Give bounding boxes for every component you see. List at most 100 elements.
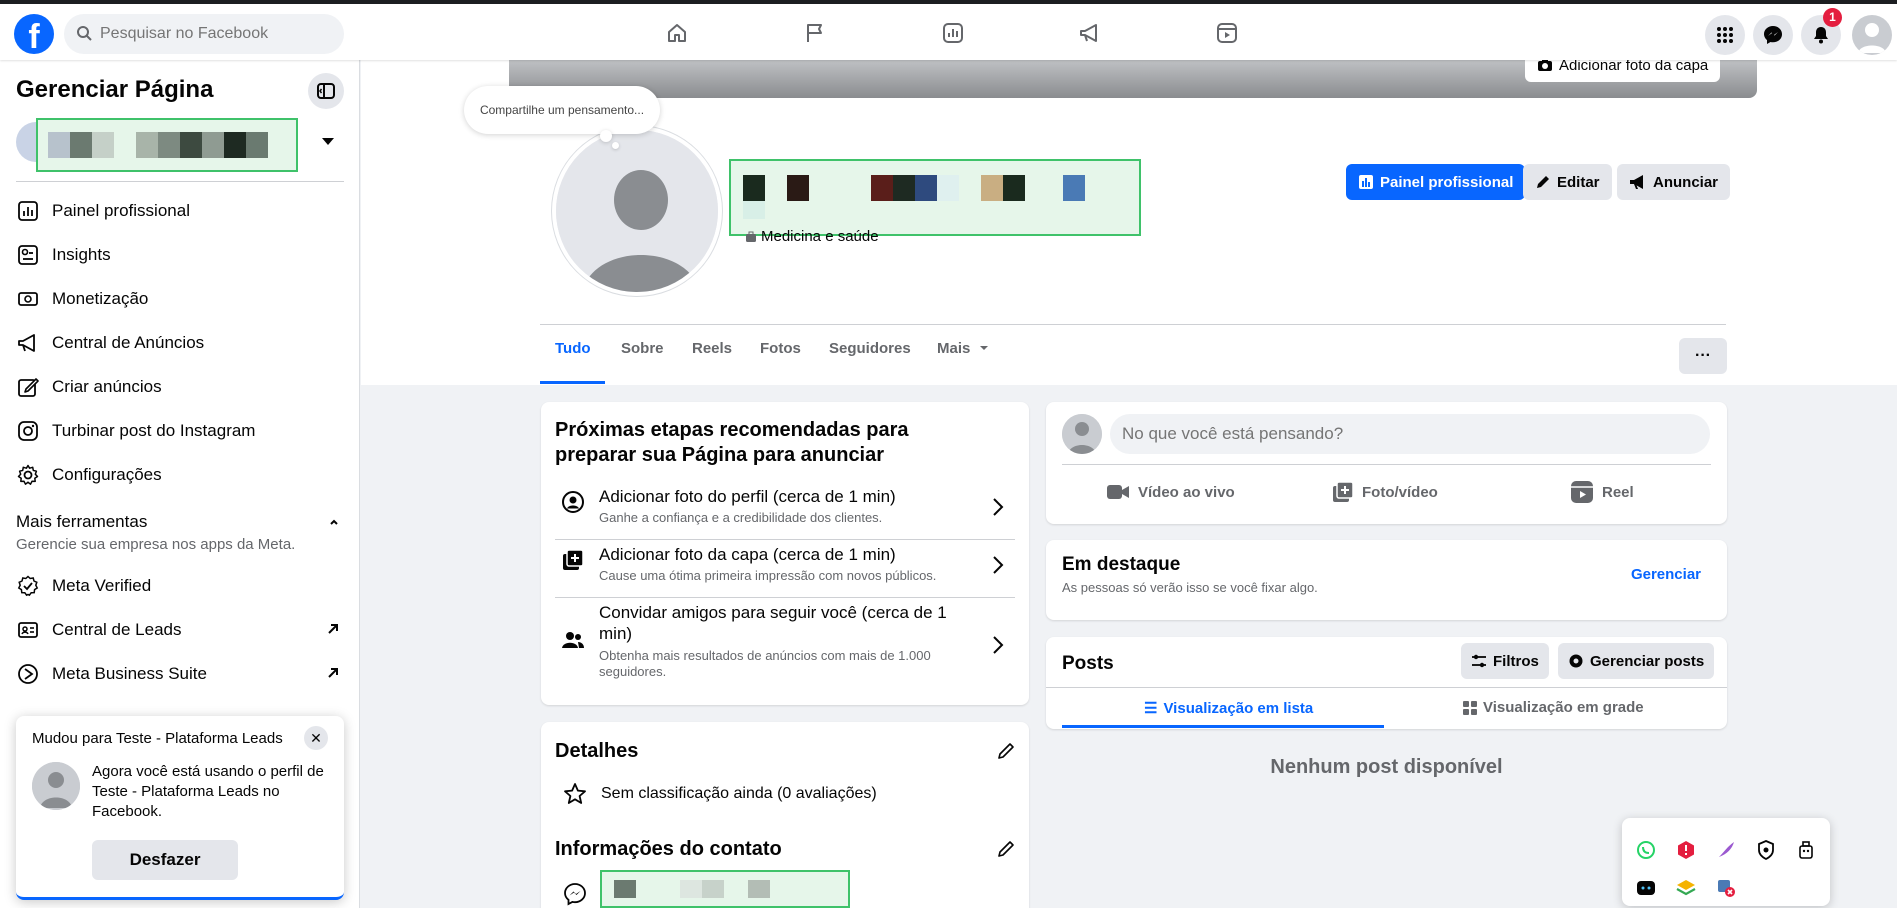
featured-subtitle: As pessoas só verão isso se você fixar a… (1062, 580, 1318, 595)
whatsapp-extension-icon[interactable] (1634, 838, 1658, 862)
composer-avatar (1062, 414, 1102, 454)
instagram-icon (16, 419, 40, 443)
blocked-extension-icon[interactable] (1714, 876, 1738, 900)
divider (540, 324, 1726, 325)
edit-pencil-icon[interactable] (997, 840, 1015, 858)
photo-video-button[interactable]: Foto/vídeo (1332, 472, 1438, 512)
step-add-cover-photo[interactable]: Adicionar foto da capa (cerca de 1 min) … (555, 540, 1015, 598)
edit-button[interactable]: Editar (1523, 164, 1612, 200)
toast-close-button[interactable]: ✕ (304, 726, 328, 750)
chevron-right-icon (993, 636, 1004, 654)
tab-mais-label: Mais (937, 340, 971, 357)
feather-extension-icon[interactable] (1714, 838, 1738, 862)
agent-extension-icon[interactable] (1794, 838, 1818, 862)
sidebar-item-monetizacao[interactable]: Monetização (16, 281, 344, 317)
sidebar-item-central-de-leads[interactable]: Central de Leads (16, 612, 344, 648)
edit-pencil-icon[interactable] (997, 742, 1015, 760)
undo-button[interactable]: Desfazer (92, 840, 238, 880)
search-input[interactable] (100, 14, 330, 54)
sidebar-item-central-de-anuncios[interactable]: Central de Anúncios (16, 325, 344, 361)
thought-bubble[interactable]: Compartilhe um pensamento... (464, 86, 660, 134)
dashboard-icon (16, 199, 40, 223)
tab-fotos[interactable]: Fotos (760, 340, 801, 370)
live-video-button[interactable]: Vídeo ao vivo (1106, 472, 1235, 512)
sidebar-item-label: Meta Business Suite (52, 664, 207, 683)
chevron-up-icon[interactable] (328, 516, 340, 528)
sidebar-item-label: Configurações (52, 465, 162, 484)
whats-on-your-mind-input[interactable] (1110, 414, 1710, 454)
collapse-sidebar-button[interactable] (308, 73, 344, 109)
sidebar-item-turbinar-instagram[interactable]: Turbinar post do Instagram (16, 413, 344, 449)
thought-bubble-dot (612, 142, 619, 149)
video-camera-icon (1107, 485, 1129, 499)
ads-megaphone-icon[interactable] (1073, 16, 1107, 50)
home-nav-icon[interactable] (660, 16, 694, 50)
account-avatar[interactable] (1852, 15, 1892, 55)
list-view-tab[interactable]: ☰ Visualização em lista (1144, 699, 1313, 718)
recommended-steps-card: Próximas etapas recomendadas para prepar… (541, 402, 1029, 705)
close-icon: ✕ (310, 729, 322, 746)
sidebar-item-meta-business-suite[interactable]: Meta Business Suite (16, 656, 344, 692)
messenger-button[interactable] (1753, 15, 1793, 55)
sidebar-item-criar-anuncios[interactable]: Criar anúncios (16, 369, 344, 405)
professional-dashboard-button[interactable]: Painel profissional (1346, 164, 1526, 200)
divider (1046, 687, 1727, 688)
divider (16, 181, 344, 182)
search-icon (77, 26, 92, 41)
rating-row: Sem classificação ainda (0 avaliações) (563, 782, 877, 806)
gear-icon (1569, 654, 1583, 668)
tab-reels[interactable]: Reels (692, 340, 732, 370)
sidebar-item-painel-profissional[interactable]: Painel profissional (16, 193, 344, 229)
page-switcher[interactable] (16, 118, 346, 172)
more-tools-section[interactable]: Mais ferramentas Gerencie sua empresa no… (16, 512, 344, 553)
grid-view-tab[interactable]: Visualização em grade (1463, 699, 1644, 716)
grid-view-label: Visualização em grade (1483, 699, 1644, 716)
details-title: Detalhes (555, 740, 639, 762)
toast-title: Mudou para Teste - Plataforma Leads (32, 730, 283, 747)
alert-extension-icon[interactable] (1674, 838, 1698, 862)
more-options-button[interactable]: ··· (1679, 338, 1727, 374)
external-link-arrow-icon (328, 624, 338, 634)
tab-sobre[interactable]: Sobre (621, 340, 664, 370)
thought-bubble-dot (600, 130, 612, 142)
profile-picture[interactable] (552, 126, 722, 296)
advertise-button[interactable]: Anunciar (1617, 164, 1731, 200)
facebook-logo[interactable]: f (14, 14, 54, 54)
tab-seguidores[interactable]: Seguidores (829, 340, 911, 370)
step-invite-friends[interactable]: Convidar amigos para seguir você (cerca … (555, 598, 1015, 690)
tab-mais[interactable]: Mais (937, 340, 989, 370)
reel-button[interactable]: Reel (1570, 472, 1634, 512)
search-box[interactable] (64, 14, 344, 54)
shield-extension-icon[interactable] (1754, 838, 1778, 862)
no-posts-message: Nenhum post disponível (1270, 756, 1503, 778)
star-icon (564, 783, 586, 804)
step-add-profile-photo[interactable]: Adicionar foto do perfil (cerca de 1 min… (555, 482, 1015, 540)
toast-message: Agora você está usando o perfil de Teste… (92, 763, 324, 820)
step-title: Adicionar foto do perfil (cerca de 1 min… (599, 487, 896, 506)
notification-count-badge: 1 (1823, 8, 1842, 27)
reels-nav-icon[interactable] (1210, 16, 1244, 50)
sidebar-item-meta-verified[interactable]: Meta Verified (16, 568, 344, 604)
dashboard-nav-icon[interactable] (936, 16, 970, 50)
filters-button[interactable]: Filtros (1461, 643, 1549, 679)
profile-switch-toast: Mudou para Teste - Plataforma Leads ✕ Ag… (16, 716, 344, 900)
sidebar-item-label: Painel profissional (52, 201, 190, 220)
browser-extensions-tray (1622, 818, 1830, 906)
pages-flag-icon[interactable] (798, 16, 832, 50)
rating-text: Sem classificação ainda (0 avaliações) (601, 785, 877, 802)
camera-icon (1538, 59, 1552, 71)
friends-icon (562, 632, 584, 648)
photo-icon (1333, 481, 1354, 502)
menu-grid-button[interactable] (1705, 15, 1745, 55)
manage-featured-link[interactable]: Gerenciar (1631, 566, 1701, 583)
sidebar-item-configuracoes[interactable]: Configurações (16, 457, 344, 493)
chat-extension-icon[interactable] (1634, 876, 1658, 900)
sidebar-item-insights[interactable]: Insights (16, 237, 344, 273)
tab-tudo[interactable]: Tudo (555, 340, 591, 370)
bell-icon (1814, 27, 1828, 44)
sidebar-title: Gerenciar Página (16, 76, 214, 103)
insights-icon (16, 243, 40, 267)
layers-extension-icon[interactable] (1674, 876, 1698, 900)
filters-label: Filtros (1493, 652, 1539, 670)
manage-posts-button[interactable]: Gerenciar posts (1558, 643, 1715, 679)
